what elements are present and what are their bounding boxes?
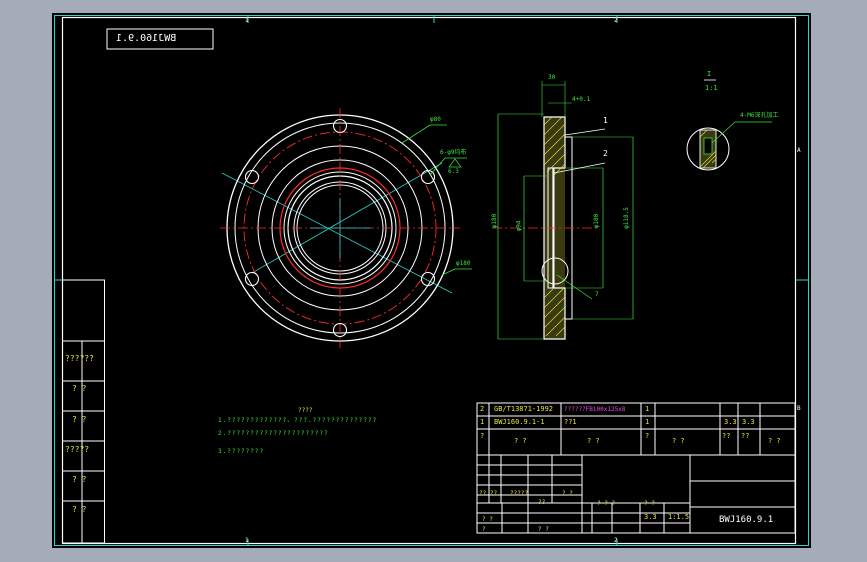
- title-label: ? ?: [538, 526, 549, 533]
- zone-label: A: [797, 147, 801, 154]
- bom-no: 2: [480, 405, 485, 413]
- bom-header-cell: ?: [645, 432, 650, 440]
- strip-label: ??????: [65, 354, 94, 363]
- title-label: ? ?: [482, 516, 493, 523]
- notes-line: 3.????????: [218, 448, 265, 455]
- inner-border: [61, 16, 797, 545]
- bom-weight: 3.3: [724, 418, 737, 426]
- title-label: ??: [538, 499, 546, 506]
- detail-label: I: [707, 70, 712, 78]
- bom-header-cell: ?: [480, 432, 485, 440]
- zone-label: B: [797, 405, 801, 412]
- title-weight: 3.3: [644, 513, 657, 521]
- dim-label: φ100: [593, 213, 601, 229]
- detail-callout: 4-M6深孔加工: [740, 112, 779, 119]
- zone-label: 1: [245, 537, 249, 544]
- strip-label: ?????: [65, 445, 90, 454]
- title-scale: 1:1.5: [668, 513, 690, 521]
- bom-no: 1: [480, 418, 485, 426]
- bom-header-cell: ? ?: [587, 437, 600, 445]
- dim-label: φ94: [515, 220, 523, 232]
- title-label: ? ?: [562, 490, 573, 497]
- title-label: ?????: [510, 490, 529, 497]
- part-balloon-1: 1: [603, 116, 608, 125]
- dim-label: φ180: [491, 213, 499, 229]
- dim-label: φ118.5: [622, 207, 630, 229]
- bom-code: BWJ160.9.1-1: [494, 418, 545, 426]
- dim-label: φ180: [456, 260, 471, 267]
- title-label: ? ?: [644, 500, 655, 507]
- strip-label: ? ?: [72, 475, 87, 484]
- bom-qty: 1: [645, 405, 650, 413]
- bom-total: 3.3: [742, 418, 755, 426]
- drawing-canvas: [54, 15, 809, 546]
- zone-label: 1: [245, 17, 249, 24]
- cad-viewport[interactable]: BWJ160.9.1 1 2 1 2 A B I 1:1 4-M6深孔加工 φ8…: [0, 0, 867, 562]
- bom-header-cell: ? ?: [514, 437, 527, 445]
- dim-label: φ80: [430, 116, 441, 123]
- dim-label: 6.3: [448, 168, 459, 175]
- bom-header-cell: ? ?: [768, 437, 781, 445]
- dim-label: 7: [595, 291, 599, 298]
- bom-qty: 1: [645, 418, 650, 426]
- detail-view: [686, 79, 772, 171]
- drawing-code-mirrored: BWJ160.9.1: [116, 33, 177, 44]
- notes-title: ????: [298, 407, 313, 414]
- part-balloon-2: 2: [603, 149, 608, 158]
- dim-label: 4+0.1: [572, 96, 591, 103]
- bom-name: ??????FB100x125x8: [564, 406, 626, 413]
- bom-header-cell: ? ?: [672, 437, 685, 445]
- strip-label: ? ?: [72, 384, 87, 393]
- bom-code: GB/T13871-1992: [494, 405, 554, 413]
- dim-label: 6-φ9均布: [440, 149, 467, 156]
- bom-header-cell: ??: [722, 432, 731, 440]
- title-label: ?: [482, 526, 486, 533]
- detail-scale: 1:1: [705, 84, 718, 92]
- front-view: [220, 108, 472, 348]
- title-label: ? ? ?: [597, 500, 616, 507]
- drawing-sheet: BWJ160.9.1 1 2 1 2 A B I 1:1 4-M6深孔加工 φ8…: [52, 13, 811, 548]
- notes-line: 1.?????????????、???.??????????????: [218, 417, 378, 424]
- bom-header-cell: ??: [741, 432, 750, 440]
- section-view: [492, 81, 634, 340]
- strip-label: ? ?: [72, 415, 87, 424]
- zone-label: 2: [614, 17, 618, 24]
- dim-label: 30: [548, 74, 556, 81]
- zone-label: 2: [614, 537, 618, 544]
- title-label: ?? ??: [479, 490, 498, 497]
- strip-label: ? ?: [72, 505, 87, 514]
- bom-name: ??1: [564, 418, 577, 426]
- drawing-number: BWJ160.9.1: [719, 515, 774, 525]
- notes-line: 2.??????????????????????: [218, 430, 329, 437]
